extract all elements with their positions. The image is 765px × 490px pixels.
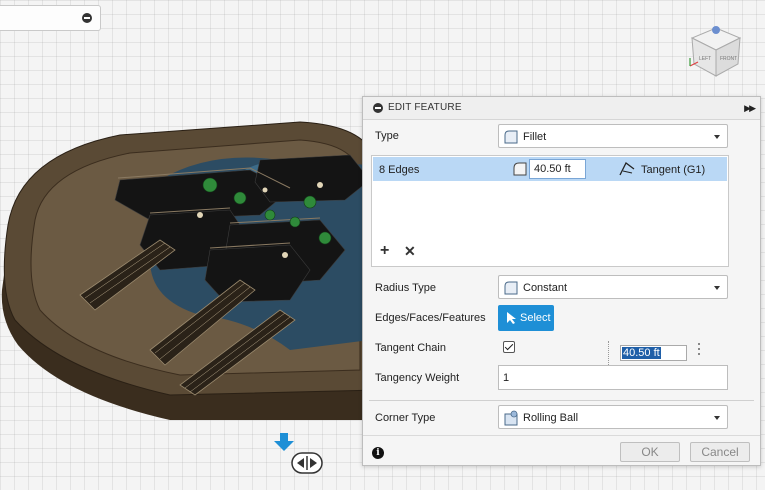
type-value: Fillet: [523, 131, 547, 143]
tangent-chain-label: Tangent Chain: [375, 342, 446, 354]
radius-icon: [513, 162, 527, 176]
type-label: Type: [375, 130, 399, 142]
type-dropdown[interactable]: Fillet: [498, 124, 728, 148]
selection-label: Edges/Faces/Features: [375, 312, 486, 324]
rolling-ball-icon: [504, 410, 518, 426]
select-button[interactable]: Select: [498, 305, 554, 331]
chevron-down-icon: [714, 135, 720, 139]
footer-divider: [363, 435, 760, 436]
more-options-icon[interactable]: [697, 343, 701, 357]
table-row[interactable]: 8 Edges 40.50 ft Tangent (G1): [373, 157, 727, 181]
floating-radius-input[interactable]: 40.50 ft: [620, 345, 687, 361]
cancel-button[interactable]: Cancel: [690, 442, 750, 462]
tangent-chain-checkbox[interactable]: [503, 341, 515, 353]
divider: [369, 400, 754, 401]
tangency-weight-input[interactable]: 1: [498, 365, 728, 390]
radius-type-value: Constant: [523, 282, 568, 294]
edges-table: 8 Edges 40.50 ft Tangent (G1) + ✕: [371, 155, 729, 267]
orbit-icon[interactable]: [291, 452, 323, 474]
continuity-value[interactable]: Tangent (G1): [641, 164, 705, 176]
model-viewport[interactable]: [0, 120, 381, 460]
corner-type-label: Corner Type: [375, 412, 436, 424]
panel-title: EDIT FEATURE: [388, 102, 462, 113]
tangent-continuity-icon: [619, 162, 635, 176]
fillet-icon: [504, 130, 518, 144]
view-cube-front-label: FRONT: [720, 56, 737, 62]
panel-header: EDIT FEATURE ▶▶: [363, 97, 760, 120]
collapse-icon[interactable]: [82, 13, 92, 23]
double-chevron-right-icon[interactable]: ▶▶: [744, 103, 756, 114]
collapse-panel-icon[interactable]: [373, 103, 383, 113]
cursor-arrow-icon: [507, 312, 516, 324]
radius-type-dropdown[interactable]: Constant: [498, 275, 728, 299]
add-icon[interactable]: +: [380, 242, 389, 260]
select-button-label: Select: [520, 312, 551, 324]
tangency-weight-label: Tangency Weight: [375, 372, 460, 384]
floating-radius-value: 40.50 ft: [622, 347, 661, 359]
edit-feature-panel: EDIT FEATURE ▶▶ Type Fillet 8 Edges 40.5…: [362, 96, 761, 466]
edges-count: 8 Edges: [379, 164, 420, 176]
chevron-down-icon: [714, 286, 720, 290]
view-cube[interactable]: LEFT FRONT: [686, 22, 746, 82]
constant-radius-icon: [504, 281, 518, 295]
chevron-down-icon: [714, 416, 720, 420]
info-icon[interactable]: i: [372, 447, 384, 459]
ok-button[interactable]: OK: [620, 442, 680, 462]
view-cube-left-label: LEFT: [699, 56, 711, 62]
radius-type-label: Radius Type: [375, 282, 436, 294]
remove-icon[interactable]: ✕: [404, 243, 416, 260]
browser-panel-strip: [0, 5, 101, 31]
move-arrow-icon[interactable]: [274, 433, 294, 451]
corner-type-value: Rolling Ball: [523, 412, 579, 424]
corner-type-dropdown[interactable]: Rolling Ball: [498, 405, 728, 429]
radius-input[interactable]: 40.50 ft: [529, 159, 586, 179]
